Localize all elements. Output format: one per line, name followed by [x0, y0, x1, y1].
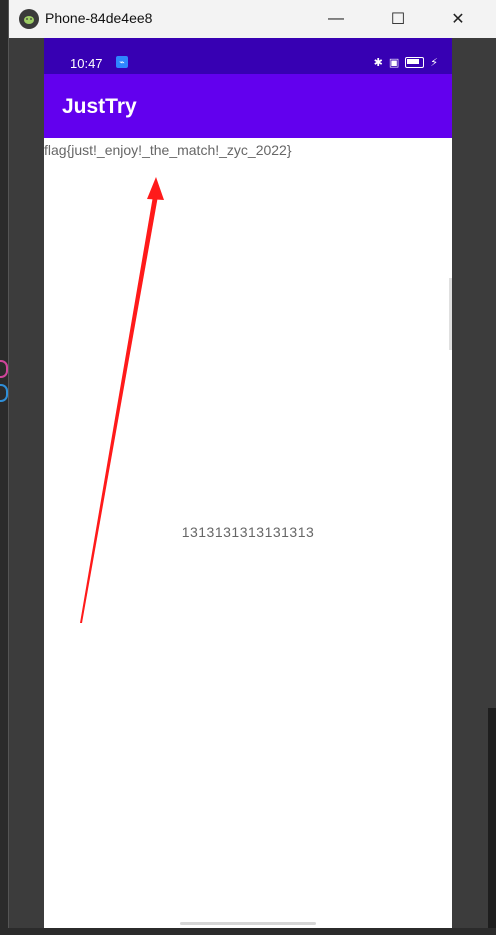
screen-record-icon: ▣ [388, 57, 400, 69]
window-title: Phone-84de4ee8 [45, 10, 153, 26]
app-bar: JustTry [44, 74, 452, 138]
maximize-icon: ☐ [390, 11, 406, 28]
left-editor-strip [0, 38, 8, 935]
scrollbar[interactable] [449, 278, 452, 350]
left-accent-icon-2 [0, 384, 8, 402]
status-bar: 10:47 ⌁ ✱ ▣ ⚡ [44, 38, 452, 74]
left-accent-icon [0, 360, 8, 378]
window-titlebar: Phone-84de4ee8 — ☐ ✕ [9, 0, 496, 38]
flag-text: flag{just!_enjoy!_the_match!_zyc_2022} [44, 142, 292, 158]
usb-debug-icon: ⌁ [116, 56, 128, 68]
gesture-home-bar[interactable] [180, 922, 316, 925]
window-bottom-border [0, 928, 496, 935]
bluetooth-icon: ✱ [373, 57, 383, 69]
minimize-button[interactable]: — [313, 0, 359, 38]
android-icon [19, 9, 39, 29]
phone-screen[interactable]: 10:47 ⌁ ✱ ▣ ⚡ JustTry flag{just!_enjoy!_… [44, 38, 452, 928]
close-button[interactable]: ✕ [435, 0, 481, 38]
status-time: 10:47 [70, 56, 103, 71]
charging-icon: ⚡ [430, 57, 438, 69]
status-icons: ✱ ▣ ⚡ [374, 56, 438, 69]
battery-icon [405, 57, 425, 68]
minimize-icon: — [328, 10, 344, 27]
maximize-button[interactable]: ☐ [375, 0, 421, 38]
close-icon: ✕ [451, 11, 465, 28]
background-window [488, 708, 496, 935]
center-number-text: 1313131313131313 [181, 524, 315, 540]
app-title: JustTry [62, 95, 137, 118]
